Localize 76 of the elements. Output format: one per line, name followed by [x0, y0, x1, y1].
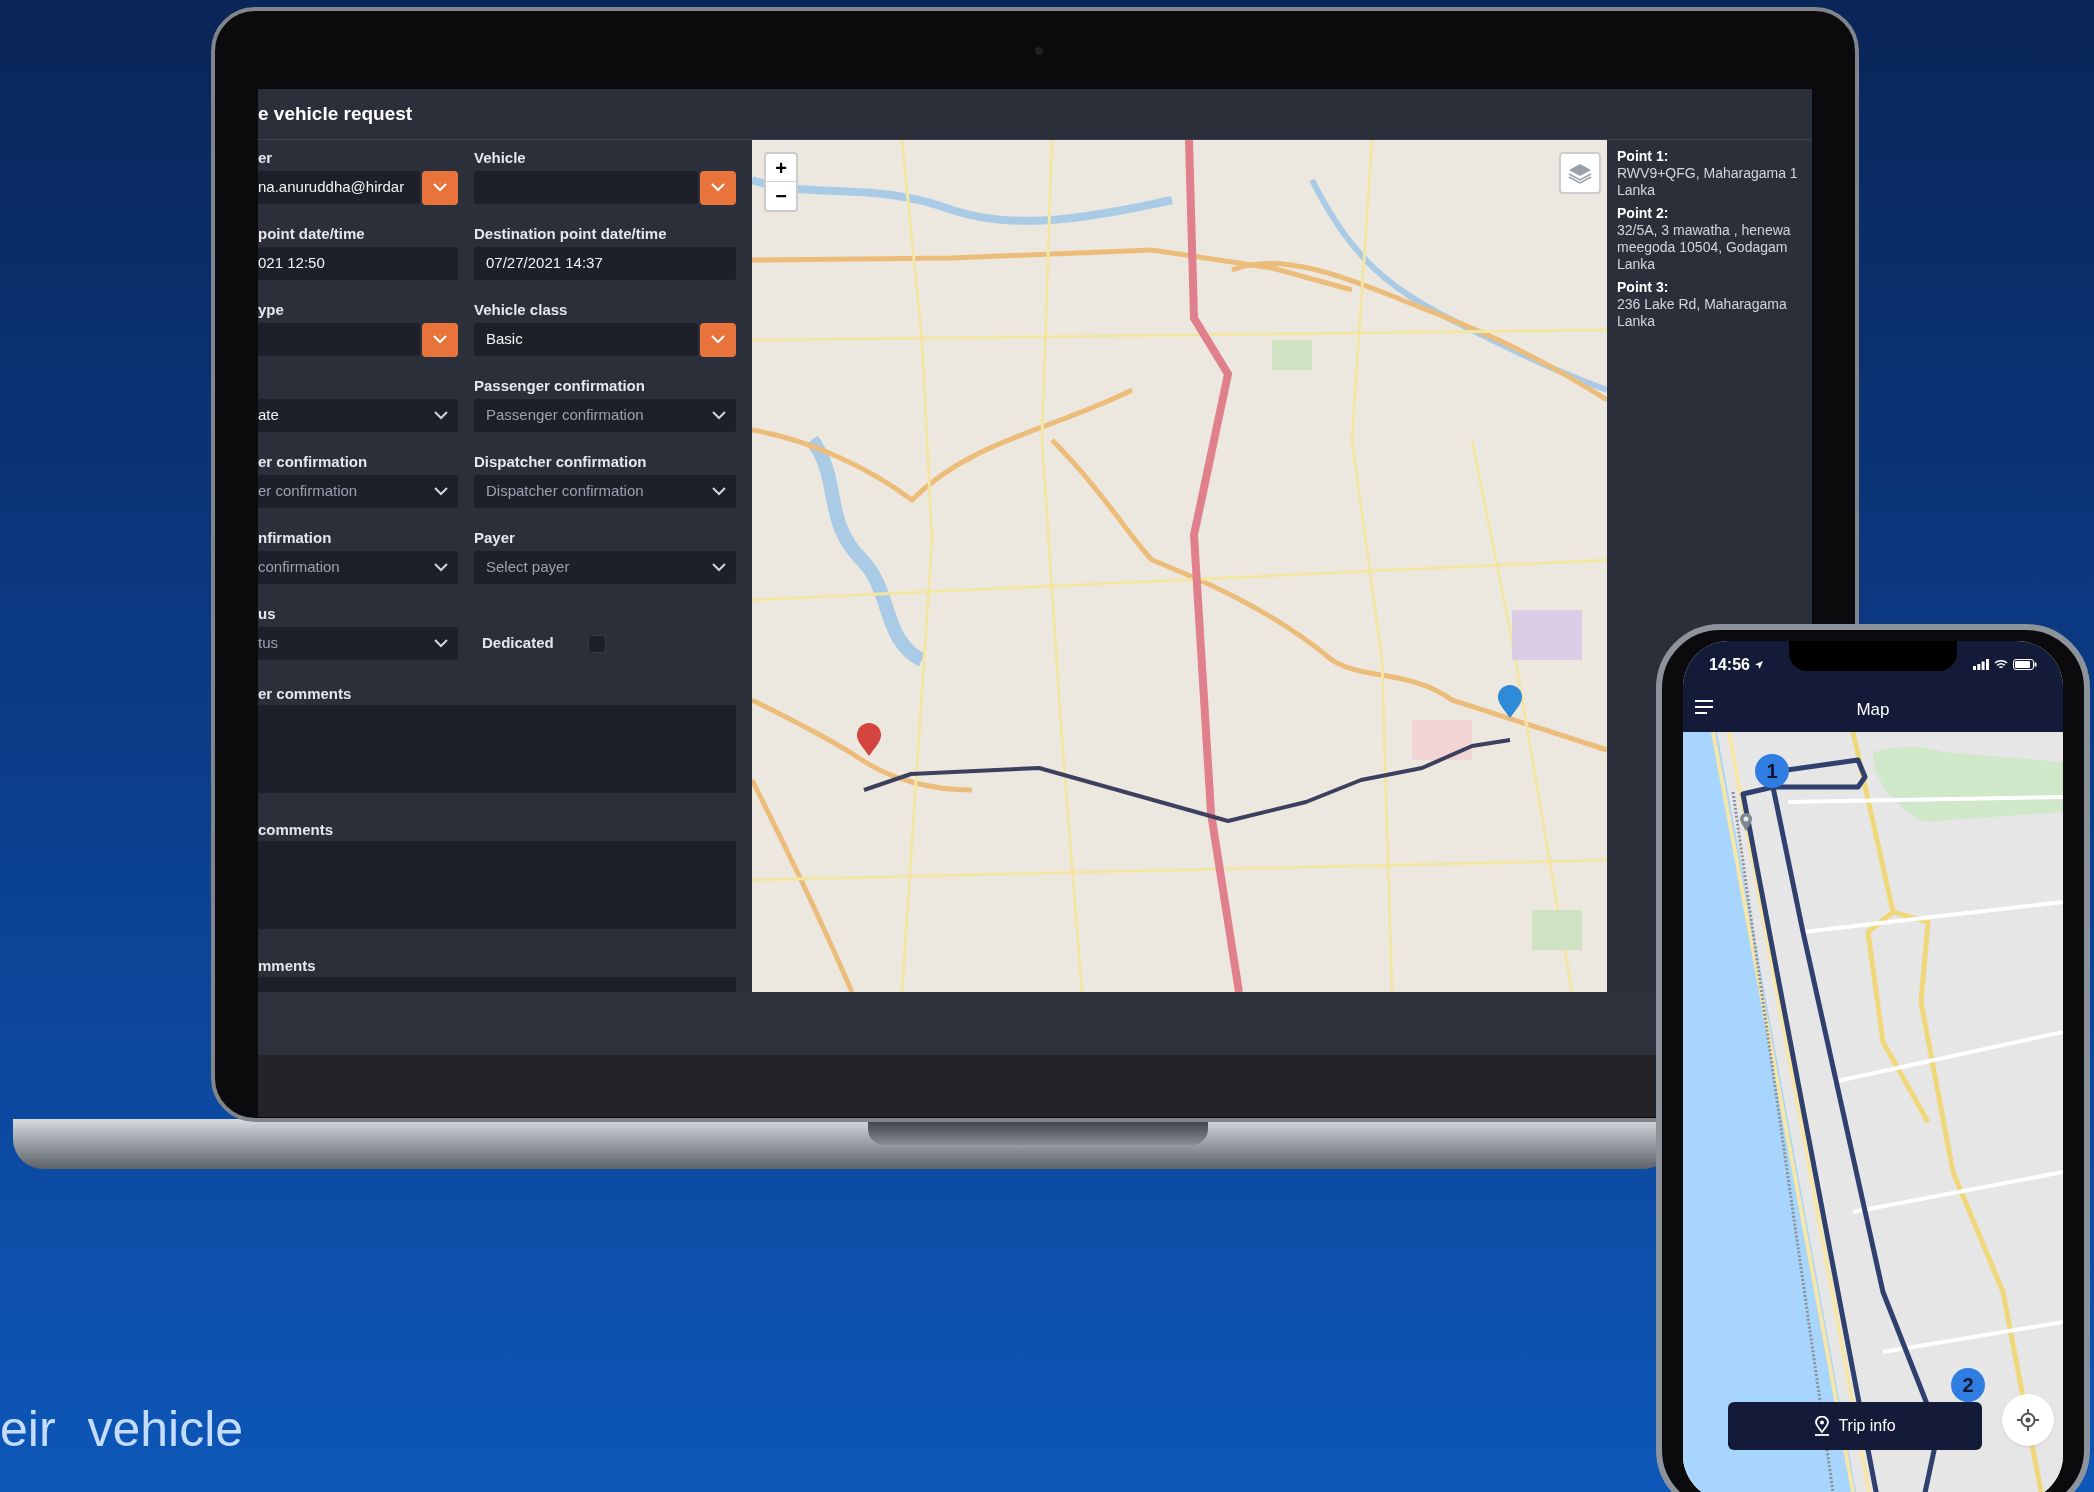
- chevron-icon: [433, 183, 447, 192]
- comments-field[interactable]: [258, 841, 736, 929]
- chevron-icon: [711, 335, 725, 344]
- field-label: er: [258, 149, 274, 167]
- select-field[interactable]: Passenger confirmation: [474, 399, 736, 432]
- field-label: er comments: [258, 685, 353, 703]
- dedicated-checkbox[interactable]: [587, 634, 606, 653]
- point-label: Point 2:: [1617, 205, 1670, 222]
- comments-field[interactable]: [258, 705, 736, 793]
- menu-icon: [1695, 700, 1713, 714]
- map-pin-icon: [1739, 812, 1753, 832]
- chevron-icon: [712, 487, 726, 496]
- chevron-icon: [434, 639, 448, 648]
- signal-icon: [1973, 659, 1989, 670]
- field-label: Destination point date/time: [474, 225, 668, 243]
- locate-icon: [2017, 1409, 2039, 1431]
- address-text: Lanka: [1617, 313, 1657, 330]
- address-text: 32/5A, 3 mawatha , henewa: [1617, 222, 1792, 239]
- wifi-icon: [1994, 659, 2008, 670]
- select-field[interactable]: confirmation: [258, 551, 458, 584]
- zoom-in-button[interactable]: +: [766, 154, 796, 182]
- select-field[interactable]: tus: [258, 627, 458, 660]
- dropdown-button[interactable]: [422, 322, 458, 357]
- field-label: er confirmation: [258, 453, 369, 471]
- chevron-icon: [711, 183, 725, 192]
- field-label: point date/time: [258, 225, 366, 243]
- address-text: RWV9+QFG, Maharagama 1: [1617, 165, 1799, 182]
- select-field[interactable]: Dispatcher confirmation: [474, 475, 736, 508]
- menu-button[interactable]: [1695, 700, 1713, 714]
- field-label: nfirmation: [258, 529, 333, 547]
- zoom-out-button[interactable]: −: [766, 182, 796, 210]
- pin-icon: [1814, 1416, 1831, 1436]
- chevron-icon: [433, 335, 447, 344]
- location-arrow-icon: [1753, 659, 1764, 670]
- chevron-icon: [712, 563, 726, 572]
- combo-field[interactable]: na.anuruddha@hirdar: [258, 171, 420, 204]
- chevron-icon: [434, 563, 448, 572]
- field-label: comments: [258, 821, 335, 839]
- field-label: us: [258, 605, 277, 623]
- checkbox-label: Dedicated: [482, 633, 554, 654]
- date-field[interactable]: 07/27/2021 14:37: [474, 247, 736, 280]
- field-label: ype: [258, 301, 285, 319]
- address-text: meegoda 10504, Godagam: [1617, 239, 1789, 256]
- point-label: Point 3:: [1617, 279, 1670, 296]
- map-pin-icon: [856, 723, 882, 757]
- map-pin-icon: [1497, 685, 1523, 719]
- select-field[interactable]: er confirmation: [258, 475, 458, 508]
- chevron-icon: [712, 411, 726, 420]
- address-text: Lanka: [1617, 182, 1657, 199]
- field-label: mments: [258, 957, 317, 975]
- chevron-icon: [434, 487, 448, 496]
- screen-title: Map: [1856, 699, 1890, 722]
- field-label: Dispatcher confirmation: [474, 453, 648, 471]
- select-field[interactable]: Select payer: [474, 551, 736, 584]
- field-label: Payer: [474, 529, 516, 547]
- address-text: 236 Lake Rd, Maharagama: [1617, 296, 1788, 313]
- chevron-icon: [434, 411, 448, 420]
- dropdown-button[interactable]: [422, 170, 458, 205]
- field-label: Passenger confirmation: [474, 377, 646, 395]
- address-text: Lanka: [1617, 256, 1657, 273]
- layers-button[interactable]: [1559, 152, 1601, 194]
- page-title: e vehicle request: [258, 101, 413, 126]
- select-field[interactable]: ate: [258, 399, 458, 432]
- status-time: 14:56: [1709, 654, 1750, 675]
- battery-icon: [2013, 659, 2037, 670]
- point-label: Point 1:: [1617, 148, 1670, 165]
- combo-field[interactable]: [258, 323, 420, 356]
- combo-field[interactable]: Basic: [474, 323, 698, 356]
- dropdown-button[interactable]: [700, 170, 736, 205]
- date-field[interactable]: 021 12:50: [258, 247, 458, 280]
- caption-text: eir vehicle: [0, 1400, 244, 1459]
- field-label: Vehicle class: [474, 301, 569, 319]
- trip-info-button[interactable]: Trip info: [1728, 1402, 1982, 1450]
- field-label: Vehicle: [474, 149, 527, 167]
- layers-icon: [1568, 162, 1592, 184]
- dropdown-button[interactable]: [700, 322, 736, 357]
